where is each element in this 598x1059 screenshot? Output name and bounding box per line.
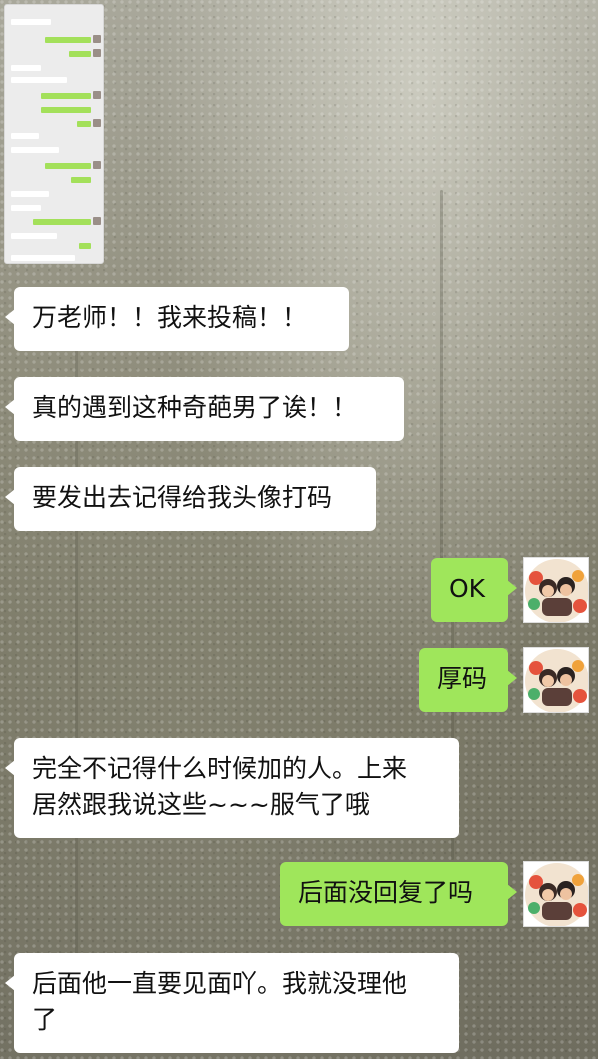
incoming-message[interactable]: 万老师！！我来投稿！！ xyxy=(5,287,349,351)
outgoing-message[interactable]: OK xyxy=(431,558,517,622)
incoming-message[interactable]: 后面他一直要见面吖。我就没理他 了 xyxy=(5,953,459,1053)
outgoing-message[interactable]: 后面没回复了吗 xyxy=(280,862,517,926)
avatar-icon[interactable] xyxy=(523,861,589,927)
outgoing-message[interactable]: 厚码 xyxy=(419,648,517,712)
water-streak xyxy=(75,340,78,1040)
incoming-message[interactable]: 完全不记得什么时候加的人。上来 居然跟我说这些~~~服气了哦 xyxy=(5,738,459,838)
incoming-message[interactable]: 要发出去记得给我头像打码 xyxy=(5,467,376,531)
incoming-message[interactable]: 真的遇到这种奇葩男了诶！！ xyxy=(5,377,404,441)
avatar-icon[interactable] xyxy=(523,647,589,713)
water-streak xyxy=(440,190,443,570)
chat-screenshot-thumbnail[interactable] xyxy=(4,4,104,264)
avatar-icon[interactable] xyxy=(523,557,589,623)
